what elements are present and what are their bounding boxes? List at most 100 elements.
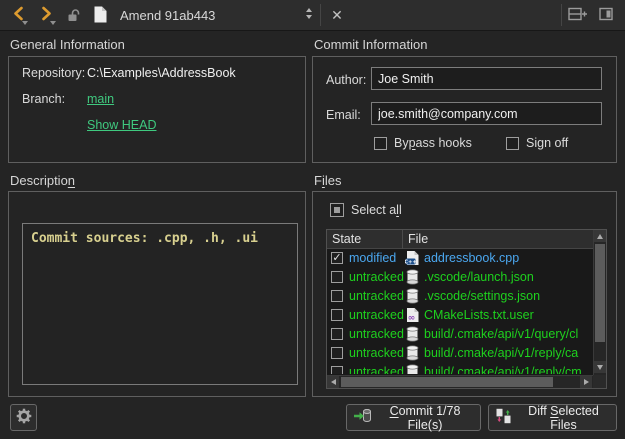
- updown-spinner-icon: [306, 8, 312, 19]
- email-label: Email:: [326, 108, 361, 122]
- open-document-selector[interactable]: Amend 91ab443: [114, 0, 320, 30]
- repository-value: C:\Examples\AddressBook: [87, 66, 236, 80]
- split-editor-icon: [568, 6, 589, 25]
- row-checkbox[interactable]: [331, 347, 343, 359]
- description-group: Commit sources: .cpp, .h, .ui: [8, 191, 306, 397]
- commit-button[interactable]: Commit 1/78 File(s): [346, 404, 481, 431]
- horizontal-scrollbar[interactable]: [327, 375, 593, 388]
- file-state: untracked: [349, 346, 404, 360]
- branch-link[interactable]: main: [87, 92, 114, 106]
- file-state: untracked: [349, 308, 404, 322]
- file-state: untracked: [349, 327, 404, 341]
- file-name: addressbook.cpp: [424, 251, 592, 265]
- vertical-scrollbar-thumb[interactable]: [595, 244, 605, 342]
- select-all-label: Select all: [351, 203, 402, 217]
- editor-toolbar: Amend 91ab443 ✕: [0, 0, 625, 31]
- files-title: Files: [314, 173, 341, 188]
- scroll-left-button[interactable]: [327, 376, 339, 388]
- general-information-title: General Information: [10, 37, 125, 52]
- row-checkbox[interactable]: [331, 271, 343, 283]
- bypass-hooks-checkbox[interactable]: [374, 137, 387, 150]
- row-checkbox[interactable]: [331, 290, 343, 302]
- close-split-button[interactable]: [597, 7, 614, 23]
- diff-selected-files-button[interactable]: Diff Selected Files: [488, 404, 617, 431]
- column-divider[interactable]: [402, 230, 403, 249]
- row-checkbox[interactable]: [331, 366, 343, 374]
- horizontal-scrollbar-thumb[interactable]: [341, 377, 553, 387]
- file-state: modified: [349, 251, 396, 265]
- row-checkbox[interactable]: ✓: [331, 252, 343, 264]
- branch-label: Branch:: [22, 92, 65, 106]
- user-file-icon: ∞: [405, 307, 420, 323]
- table-row[interactable]: untracked ∞ CMakeLists.txt.user: [327, 306, 593, 325]
- toolbar-separator: [320, 4, 321, 26]
- unlock-icon: [66, 7, 82, 23]
- row-checkbox[interactable]: [331, 328, 343, 340]
- scrollbar-corner: [593, 375, 606, 388]
- file-name: CMakeLists.txt.user: [424, 308, 592, 322]
- table-row[interactable]: untracked .vscode/settings.json: [327, 287, 593, 306]
- sign-off-checkbox[interactable]: [506, 137, 519, 150]
- description-editor[interactable]: Commit sources: .cpp, .h, .ui: [22, 223, 298, 385]
- table-row[interactable]: untracked .vscode/launch.json: [327, 268, 593, 287]
- gear-icon: [16, 408, 32, 427]
- sign-off-label: Sign off: [526, 136, 568, 150]
- vertical-scrollbar[interactable]: [593, 230, 606, 375]
- diff-button-label: Diff Selected Files: [517, 404, 610, 432]
- script-file-icon: [405, 364, 420, 374]
- svg-text:C++: C++: [405, 259, 417, 265]
- svg-text:∞: ∞: [408, 314, 416, 324]
- forward-button[interactable]: [34, 3, 58, 27]
- forward-dropdown-icon: [50, 21, 56, 25]
- description-text: Commit sources: .cpp, .h, .ui: [31, 231, 258, 246]
- file-state: untracked: [349, 289, 404, 303]
- commit-information-title: Commit Information: [314, 37, 427, 52]
- description-title: Description: [10, 173, 75, 188]
- diff-icon: [495, 408, 512, 427]
- script-file-icon: [405, 269, 420, 285]
- settings-button[interactable]: [10, 404, 37, 431]
- back-dropdown-icon: [22, 21, 28, 25]
- file-name: build/.cmake/api/v1/reply/ca: [424, 346, 592, 360]
- table-row[interactable]: untracked build/.cmake/api/v1/query/cl: [327, 325, 593, 344]
- document-icon: [92, 5, 108, 24]
- bypass-hooks-label: Bypass hooks: [394, 136, 472, 150]
- email-field[interactable]: [371, 102, 602, 125]
- files-table-header: State File: [327, 230, 593, 249]
- document-title: Amend 91ab443: [120, 8, 215, 23]
- file-name: .vscode/settings.json: [424, 289, 592, 303]
- column-header-state[interactable]: State: [332, 232, 361, 246]
- git-commit-editor: Amend 91ab443 ✕ General Information Repo…: [0, 0, 625, 439]
- script-file-icon: [405, 326, 420, 342]
- table-row[interactable]: ✓ modified C++ addressbook.cpp: [327, 249, 593, 268]
- scroll-right-button[interactable]: [580, 376, 592, 388]
- scroll-down-button[interactable]: [594, 361, 606, 373]
- script-file-icon: [405, 345, 420, 361]
- cpp-file-icon: C++: [405, 250, 420, 266]
- author-field[interactable]: [371, 67, 602, 90]
- column-header-file[interactable]: File: [408, 232, 428, 246]
- file-state: untracked: [349, 270, 404, 284]
- split-editor-button[interactable]: [567, 7, 589, 23]
- toolbar-separator-right: [561, 4, 562, 26]
- table-row[interactable]: untracked build/.cmake/api/v1/reply/ca: [327, 344, 593, 363]
- script-file-icon: [405, 288, 420, 304]
- file-name: build/.cmake/api/v1/reply/cm: [424, 365, 592, 374]
- repository-label: Repository:: [22, 66, 85, 80]
- partial-check-mark: [334, 207, 340, 213]
- author-label: Author:: [326, 73, 366, 87]
- files-table-body: ✓ modified C++ addressbook.cpp untracked…: [327, 249, 593, 374]
- close-split-icon: [598, 6, 614, 25]
- files-table: State File ✓ modified C++ addressbook.cp…: [326, 229, 607, 389]
- back-button[interactable]: [6, 3, 30, 27]
- commit-button-label: Commit 1/78 File(s): [376, 404, 474, 432]
- show-head-link[interactable]: Show HEAD: [87, 118, 156, 132]
- close-document-button[interactable]: ✕: [325, 3, 349, 27]
- table-row[interactable]: untracked build/.cmake/api/v1/reply/cm: [327, 363, 593, 374]
- scroll-up-button[interactable]: [594, 230, 606, 242]
- commit-icon: [353, 408, 371, 427]
- row-checkbox[interactable]: [331, 309, 343, 321]
- file-name: build/.cmake/api/v1/query/cl: [424, 327, 592, 341]
- select-all-checkbox[interactable]: [330, 203, 344, 217]
- file-state: untracked: [349, 365, 404, 374]
